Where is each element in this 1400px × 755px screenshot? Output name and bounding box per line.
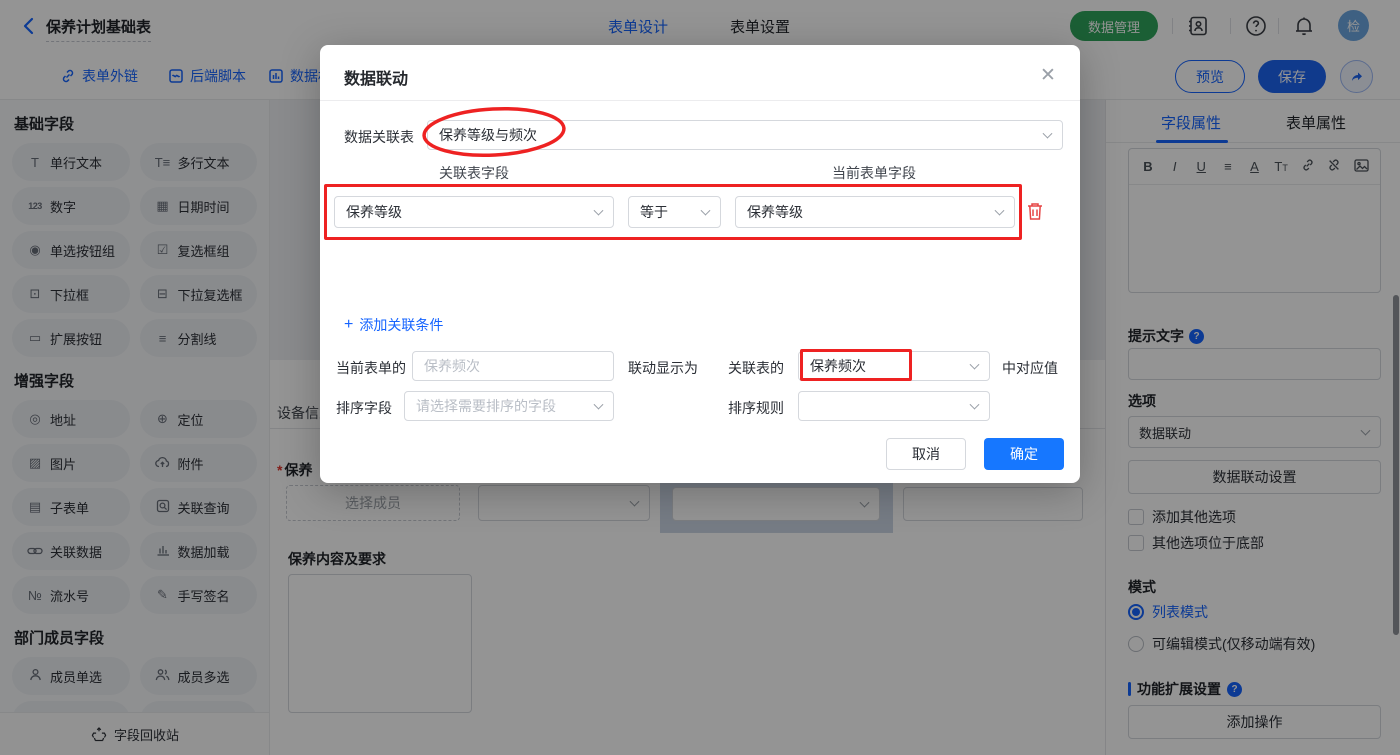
add-condition-link[interactable]: + 添加关联条件 [344, 315, 443, 335]
sort-rule-select[interactable] [798, 391, 990, 421]
chevron-down-icon [1042, 128, 1053, 139]
plus-icon: + [344, 316, 354, 333]
chevron-down-icon [700, 205, 711, 216]
condition-current-field-select[interactable]: 保养等级 [735, 196, 1015, 228]
link-table-label: 数据关联表 [344, 129, 414, 145]
column-header-linked-field: 关联表字段 [439, 165, 509, 181]
modal-divider [320, 100, 1080, 101]
chevron-down-icon [994, 205, 1005, 216]
close-icon[interactable]: ✕ [1036, 63, 1060, 87]
trash-icon [1028, 203, 1042, 220]
chevron-down-icon [593, 205, 604, 216]
sort-rule-label: 排序规则 [728, 400, 784, 416]
condition-operator-select[interactable]: 等于 [628, 196, 721, 228]
condition-linked-field-select[interactable]: 保养等级 [334, 196, 614, 228]
delete-condition-button[interactable] [1026, 201, 1046, 223]
chevron-down-icon [969, 359, 980, 370]
display-as-label: 联动显示为 [628, 360, 698, 376]
confirm-button[interactable]: 确定 [984, 438, 1064, 470]
corresponding-value-label: 中对应值 [1002, 360, 1058, 376]
modal-title: 数据联动 [344, 71, 409, 88]
app-root: 保养计划基础表 表单设计 表单设置 数据管理 检 表单外链 后端脚本 数据权限 [0, 0, 1400, 755]
chevron-down-icon [969, 399, 980, 410]
link-table-select[interactable]: 保养等级与频次 [427, 120, 1063, 150]
current-field-input[interactable]: 保养频次 [412, 351, 614, 381]
sort-field-label: 排序字段 [336, 400, 392, 416]
column-header-current-field: 当前表单字段 [832, 165, 916, 181]
linked-table-label: 关联表的 [728, 360, 784, 376]
sort-field-select[interactable]: 请选择需要排序的字段 [404, 391, 614, 421]
chevron-down-icon [593, 399, 604, 410]
linked-display-field-select[interactable]: 保养频次 [798, 351, 990, 381]
data-linkage-modal: 数据联动 ✕ 数据关联表 保养等级与频次 关联表字段 当前表单字段 保养等级 等… [320, 45, 1080, 483]
current-form-prefix-label: 当前表单的 [336, 360, 406, 376]
cancel-button[interactable]: 取消 [886, 438, 966, 470]
